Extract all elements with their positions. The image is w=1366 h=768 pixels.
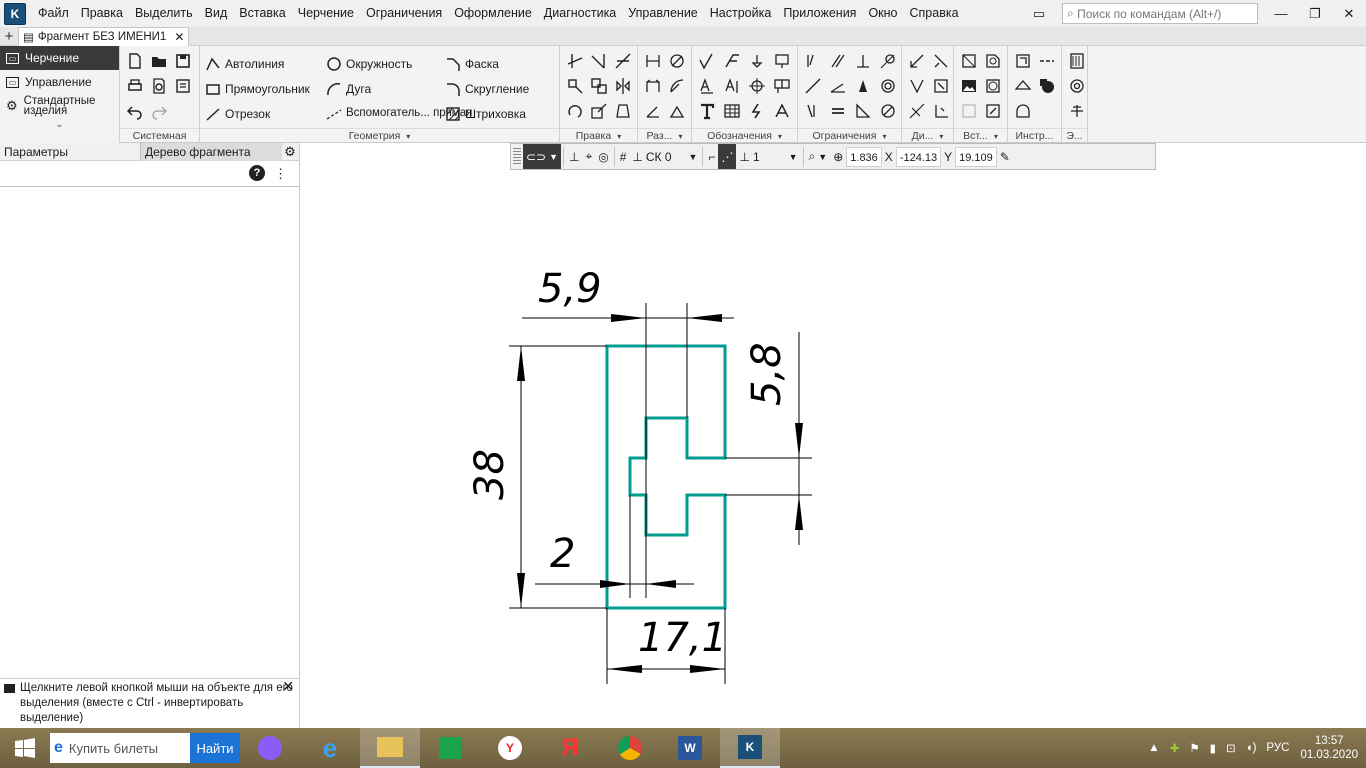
separator: [613, 146, 615, 167]
arrow-head: [795, 495, 803, 530]
arrow-head: [690, 665, 725, 673]
zoom-window-button[interactable]: ⌕ ▼: [806, 144, 831, 169]
drawing-svg: .thin { stroke: #000; stroke-width: 1; f…: [467, 266, 812, 684]
arrow-head: [687, 314, 722, 322]
windows-start-button[interactable]: [0, 728, 50, 768]
arrow-head: [517, 346, 525, 381]
arrow-head: [795, 423, 803, 458]
taskbar-search-input[interactable]: e Купить билеты: [50, 733, 190, 763]
arrow-head: [517, 573, 525, 608]
dim-top-width[interactable]: 5,9: [538, 266, 602, 312]
chrome-app-icon[interactable]: [600, 728, 660, 768]
snap-toggle-button[interactable]: ⊂⊃ ▼: [523, 144, 562, 169]
alice-app-icon[interactable]: [240, 728, 300, 768]
local-snap-icon[interactable]: ⌖: [582, 144, 595, 169]
dim-slot-width[interactable]: 2: [550, 531, 575, 577]
clock-date: 01.03.2020: [1300, 749, 1358, 761]
yandex-browser-icon[interactable]: Я: [540, 728, 600, 768]
ortho-icon[interactable]: ⊥: [566, 144, 582, 169]
volume-icon[interactable]: ◖): [1246, 742, 1257, 754]
clock-time: 13:57: [1314, 735, 1344, 747]
coordinate-system-label: СК 0: [645, 149, 672, 164]
zoom-input[interactable]: 1.836: [846, 146, 882, 167]
chevron-down-icon: ▼: [549, 151, 559, 162]
y-coordinate-label: Y: [944, 149, 953, 164]
system-tray: ▲ ✚ ⚑ ▮ ⊡ ◖) РУС 13:57 01.03.2020: [1143, 728, 1366, 768]
flag-icon[interactable]: ⚑: [1189, 741, 1199, 755]
chevron-down-icon: ▼: [818, 151, 828, 162]
arrow-head: [600, 580, 630, 588]
tray-app-icon[interactable]: ✚: [1170, 741, 1180, 755]
taskbar-search-placeholder: Купить билеты: [68, 740, 159, 756]
x-coordinate-input[interactable]: -124.13: [895, 146, 942, 167]
battery-icon[interactable]: ▮: [1210, 741, 1216, 755]
chevron-down-icon: ▼: [788, 151, 798, 162]
cursor-snap-icon[interactable]: ◎: [595, 144, 611, 169]
drawing-toolbar: ⊂⊃ ▼ ⊥ ⌖ ◎ # ⊥ СК 0 ▼ ⌐ ⋰ ⊥ 1 ▼ ⌕ ▼ ⊕ 1.836 X …: [510, 143, 1156, 170]
zoom-icon[interactable]: ⊕: [830, 144, 846, 169]
kompas-app-icon[interactable]: K: [720, 728, 780, 768]
separator: [802, 146, 804, 167]
axes-icon: ⊥: [632, 149, 643, 164]
layer-icon: ⊥: [739, 149, 750, 164]
dim-bottom-width[interactable]: 17,1: [638, 615, 727, 661]
word-app-icon[interactable]: W: [660, 728, 720, 768]
grid-icon[interactable]: #: [617, 144, 630, 169]
explorer-app-icon[interactable]: [360, 728, 420, 768]
arrow-head: [607, 665, 642, 673]
network-icon[interactable]: ⊡: [1226, 741, 1236, 755]
eyedropper-icon[interactable]: ✎: [997, 144, 1013, 169]
snap-points-button[interactable]: ⋰: [718, 144, 737, 169]
dim-right-height[interactable]: 5,8: [744, 342, 790, 406]
yandex-app-icon[interactable]: Y: [480, 728, 540, 768]
windows-logo-icon: [15, 738, 35, 758]
layer-label: 1: [752, 149, 760, 164]
separator: [702, 146, 704, 167]
layer-state-icon[interactable]: ⌐: [705, 144, 718, 169]
language-indicator[interactable]: РУС: [1266, 742, 1289, 754]
toolbar-grip-icon[interactable]: [513, 147, 521, 166]
store-app-icon[interactable]: [420, 728, 480, 768]
zoom-window-icon: ⌕: [808, 149, 816, 163]
dim-left-height[interactable]: 38: [467, 449, 513, 500]
tray-expand-icon[interactable]: ▲: [1148, 742, 1159, 754]
x-coordinate-label: X: [884, 149, 893, 164]
layer-select[interactable]: ⊥ 1 ▼: [736, 144, 800, 169]
y-coordinate-input[interactable]: 19.109: [955, 146, 997, 167]
coordinate-system-select[interactable]: ⊥ СК 0 ▼: [629, 144, 700, 169]
arrow-head: [646, 580, 676, 588]
magnet-icon: ⊂⊃: [526, 149, 547, 164]
taskbar-search-button[interactable]: Найти: [190, 733, 240, 763]
ie-app-icon[interactable]: e: [300, 728, 360, 768]
edge-search-icon: e: [54, 739, 63, 756]
chevron-down-icon: ▼: [688, 151, 698, 162]
separator: [563, 146, 565, 167]
part-profile[interactable]: [605, 344, 727, 610]
arrow-head: [611, 314, 646, 322]
taskbar: e Купить билеты Найти e Y Я W K ▲ ✚ ⚑ ▮ …: [0, 728, 1366, 768]
clock[interactable]: 13:57 01.03.2020: [1300, 734, 1358, 762]
